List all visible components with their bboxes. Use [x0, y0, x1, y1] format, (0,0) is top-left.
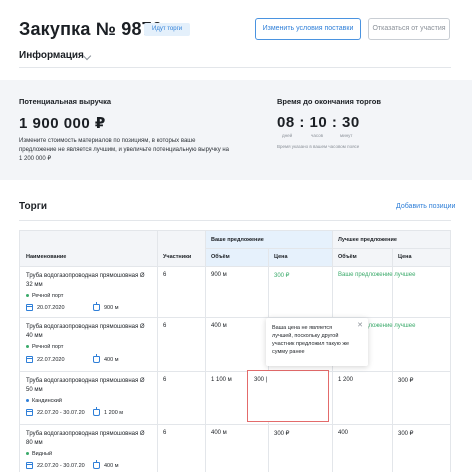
- best-volume: 400: [338, 430, 349, 436]
- page-title: Закупка № 9876: [19, 19, 163, 39]
- best-offer-note: Ваше предложение лучшее: [338, 272, 416, 278]
- delivery-qty: 1 200 м: [93, 407, 123, 416]
- grid-line: [20, 266, 450, 267]
- calendar-icon: [26, 304, 33, 311]
- your-volume: 400 м: [211, 323, 227, 329]
- package-icon: [93, 354, 100, 363]
- item-name: Труба водогазопроводная прямошовная Ø 40…: [26, 324, 145, 339]
- change-conditions-button[interactable]: Изменить условия поставки: [255, 18, 361, 40]
- delivery-qty: 900 м: [93, 302, 119, 311]
- delivery-date: 22.07.2020: [26, 356, 65, 363]
- col-volume-header: Объём: [211, 254, 230, 260]
- calendar-icon: [26, 356, 33, 363]
- delivery-place: Видный: [26, 451, 52, 457]
- delivery-date: 20.07.2020: [26, 304, 65, 311]
- delivery-place: Речной порт: [26, 293, 63, 299]
- divider: [19, 67, 451, 68]
- decline-participation-button[interactable]: Отказаться от участия: [368, 18, 450, 40]
- package-icon: [93, 407, 100, 416]
- your-volume: 400 м: [211, 430, 227, 436]
- your-volume: 1 100 м: [211, 377, 232, 383]
- best-price: 300 ₽: [398, 431, 414, 437]
- best-offer-header: Лучшее предложение: [338, 237, 397, 243]
- unit-hours: часов: [311, 133, 324, 138]
- status-dot-icon: [26, 399, 29, 403]
- participants-count: 6: [163, 272, 167, 278]
- delivery-place: Речной порт: [26, 344, 63, 350]
- status-badge: Идут торги: [144, 23, 191, 36]
- grid-line: [20, 371, 450, 372]
- participants-count: 6: [163, 430, 167, 436]
- unit-days: дней: [282, 133, 293, 138]
- participants-count: 6: [163, 323, 167, 329]
- grid-line: [205, 248, 450, 249]
- package-icon: [93, 460, 100, 469]
- item-name: Труба водогазопроводная прямошовная Ø 32…: [26, 273, 145, 288]
- delivery-date: 22.07.20 - 30.07.20: [26, 409, 85, 416]
- best-volume: 1 200: [338, 377, 354, 383]
- timezone-note: Время указано в вашем часовом поясе: [277, 144, 360, 149]
- bids-title: Торги: [19, 201, 48, 212]
- delivery-place: Кандинский: [26, 398, 62, 404]
- divider: [19, 220, 451, 221]
- unit-minutes: минут: [340, 133, 353, 138]
- grid-line: [392, 249, 393, 472]
- grid-line: [20, 424, 450, 425]
- col-name-header: Наименование: [26, 254, 67, 260]
- package-icon: [93, 302, 100, 311]
- timer-value: 08 : 10 : 30: [277, 114, 360, 131]
- your-price[interactable]: 300 ₽: [274, 430, 290, 437]
- chevron-down-icon[interactable]: [82, 51, 92, 61]
- calendar-icon: [26, 409, 33, 416]
- your-price[interactable]: 300 ₽: [274, 272, 290, 279]
- col-best-price-header: Цена: [398, 254, 412, 260]
- grid-line: [157, 231, 158, 472]
- page-header: Закупка № 9876 Идут торги Изменить услов…: [0, 0, 472, 80]
- add-positions-link[interactable]: Добавить позиции: [396, 203, 455, 210]
- revenue-value: 1 900 000 ₽: [19, 115, 106, 132]
- participants-count: 6: [163, 377, 167, 383]
- revenue-description: Измените стоимость материалов по позиция…: [19, 138, 230, 162]
- col-best-volume-header: Объём: [338, 254, 357, 260]
- grid-line: [205, 231, 206, 472]
- status-dot-icon: [26, 294, 29, 298]
- status-dot-icon: [26, 452, 29, 456]
- bids-table: Наименование Участники Ваше предложение …: [19, 230, 451, 472]
- best-price: 300 ₽: [398, 378, 414, 384]
- calendar-icon: [26, 462, 33, 469]
- your-volume: 900 м: [211, 272, 227, 278]
- your-offer-header: Ваше предложение: [211, 237, 264, 243]
- col-price-header: Цена: [274, 254, 288, 260]
- close-icon[interactable]: ✕: [357, 322, 363, 330]
- col-participants-header: Участники: [163, 254, 192, 260]
- info-tab[interactable]: Информация: [19, 50, 84, 61]
- price-input[interactable]: 300 |: [247, 370, 329, 422]
- delivery-qty: 400 м: [93, 354, 119, 363]
- delivery-date: 22.07.20 - 30.07.20: [26, 462, 85, 469]
- revenue-label: Потенциальная выручка: [19, 97, 112, 106]
- status-dot-icon: [26, 345, 29, 349]
- item-name: Труба водогазопроводная прямошовная Ø 80…: [26, 431, 145, 446]
- price-tooltip: Ваша цена не является лучшей, поскольку …: [266, 318, 368, 366]
- item-name: Труба водогазопроводная прямошовная Ø 50…: [26, 378, 145, 393]
- price-input-value: 300 |: [254, 377, 268, 383]
- delivery-qty: 400 м: [93, 460, 119, 469]
- tooltip-text: Ваша цена не является лучшей, поскольку …: [272, 325, 350, 355]
- grid-line: [20, 317, 450, 318]
- timer-label: Время до окончания торгов: [277, 97, 381, 106]
